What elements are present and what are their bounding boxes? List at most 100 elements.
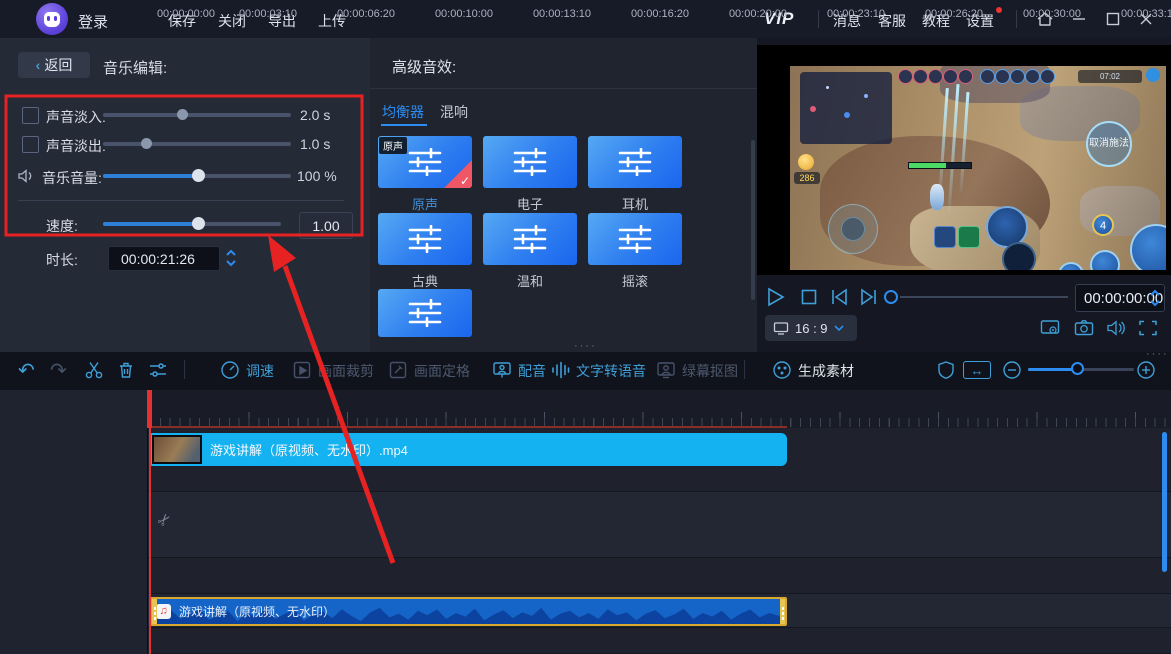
audio-clip-label: 游戏讲解（原视频、无水印） (179, 605, 336, 619)
preset-mild[interactable] (483, 213, 577, 265)
timeline-zoom-knob[interactable] (1071, 362, 1084, 375)
preset-badge: 原声 (379, 137, 407, 154)
dub-icon[interactable] (492, 360, 512, 380)
tts-icon[interactable] (550, 360, 570, 380)
fullscreen-icon[interactable] (1138, 319, 1158, 337)
cut-icon[interactable] (84, 360, 104, 380)
track-header-column: 视频 画中画1 T 文字1 ♫ (0, 390, 148, 654)
toolbar-greenscreen[interactable]: 绿幕抠图 (682, 361, 738, 381)
preset-label: 古典 (411, 274, 438, 289)
effects-scrollbar[interactable] (751, 140, 755, 300)
timeline-scrollbar[interactable] (1162, 432, 1167, 572)
ruler-label: 00:00:33:10 (1120, 8, 1171, 20)
ruler-label: 00:00:23:10 (826, 8, 886, 20)
divider (818, 10, 819, 28)
preset-headphone[interactable] (588, 136, 682, 188)
app-window: 登录 保存 关闭 导出 上传 VIP 消息 客服 教程 设置 ‹ 返回 音乐编辑… (0, 0, 1171, 654)
toolbar-tts[interactable]: 文字转语音 (576, 361, 646, 381)
preset-rock[interactable] (588, 213, 682, 265)
delete-icon[interactable] (116, 360, 136, 380)
video-clip[interactable]: 游戏讲解（原视频、无水印）.mp4 (150, 433, 787, 466)
panel-drag-handle[interactable]: ···· (574, 340, 597, 352)
notification-dot (996, 7, 1002, 13)
clip-trim-handle-left[interactable] (152, 599, 157, 624)
aspect-ratio-select[interactable]: 16 : 9 (765, 315, 857, 341)
audio-clip-selected[interactable]: ♫ 游戏讲解（原视频、无水印） (150, 597, 787, 626)
shield-icon[interactable] (936, 360, 956, 380)
volume-slider-knob[interactable] (192, 169, 205, 182)
generate-material-icon[interactable] (772, 360, 792, 380)
game-skill-button (1090, 250, 1120, 270)
speed-slider-knob[interactable] (192, 217, 205, 230)
next-frame-button[interactable] (858, 286, 880, 308)
volume-speaker-icon[interactable] (1106, 319, 1126, 337)
app-logo-icon[interactable] (36, 3, 68, 35)
clip-thumbnail (152, 435, 202, 464)
game-settings-icon (1146, 68, 1160, 82)
preset-classical[interactable] (378, 213, 472, 265)
fade-in-slider-knob[interactable] (177, 109, 188, 120)
zoom-in-icon[interactable] (1136, 360, 1156, 380)
check-icon: ✓ (459, 174, 470, 188)
tab-equalizer[interactable]: 均衡器 (382, 102, 424, 122)
toolbar-generate[interactable]: 生成素材 (798, 361, 854, 381)
fade-out-slider[interactable] (103, 138, 291, 149)
preset-electronic[interactable] (483, 136, 577, 188)
fit-timeline-icon[interactable]: ↔ (963, 361, 991, 379)
game-gold-count: 286 (794, 172, 820, 184)
login-button[interactable]: 登录 (78, 11, 108, 32)
timecode-spinner[interactable] (1148, 287, 1162, 309)
speed-value-box[interactable]: 1.00 (299, 212, 353, 239)
seek-track[interactable] (900, 296, 1068, 298)
ruler-label: 00:00:13:10 (532, 8, 592, 20)
volume-value: 100 % (297, 168, 337, 184)
toolbar-freeze[interactable]: 画面定格 (414, 361, 470, 381)
fade-out-value: 1.0 s (300, 136, 331, 152)
ruler-label: 00:00:20:00 (728, 8, 788, 20)
preset-original[interactable]: 原声 ✓ (378, 136, 472, 188)
speed-slider[interactable] (103, 217, 281, 230)
freeze-frame-icon[interactable] (388, 360, 408, 380)
volume-slider[interactable] (103, 169, 291, 182)
fade-out-label: 声音淡出: (46, 138, 106, 154)
speed-icon[interactable] (220, 360, 240, 380)
preset-label: 耳机 (621, 197, 648, 212)
fade-in-slider[interactable] (103, 109, 291, 120)
ruler-label: 00:00:30:00 (1022, 8, 1082, 20)
fade-out-checkbox[interactable] (22, 136, 39, 153)
game-hero-character (930, 184, 944, 210)
duration-input[interactable]: 00:00:21:26 (108, 246, 220, 271)
tab-reverb[interactable]: 混响 (440, 102, 468, 122)
panel-drag-handle[interactable]: ···· (1146, 348, 1169, 360)
duration-spinner[interactable] (224, 247, 238, 269)
clip-trim-handle-right[interactable] (780, 599, 785, 624)
screen-record-icon[interactable] (1040, 319, 1060, 337)
snapshot-camera-icon[interactable] (1074, 319, 1094, 337)
seek-handle[interactable] (884, 290, 898, 304)
game-minimap (800, 72, 892, 144)
toolbar-crop[interactable]: 画面裁剪 (318, 361, 374, 381)
fade-in-checkbox[interactable] (22, 107, 39, 124)
tab-active-underline (381, 124, 427, 126)
play-button[interactable] (764, 286, 786, 308)
stop-button[interactable] (798, 286, 820, 308)
greenscreen-icon[interactable] (656, 360, 676, 380)
playhead-line[interactable] (149, 390, 151, 654)
game-item-button (934, 226, 956, 248)
undo-icon[interactable]: ↷ (18, 358, 35, 383)
preset-label: 原声 (411, 197, 438, 212)
fade-out-slider-knob[interactable] (141, 138, 152, 149)
prev-frame-button[interactable] (828, 286, 850, 308)
ruler-label: 00:00:06:20 (336, 8, 396, 20)
game-gold-icon (798, 154, 814, 170)
toolbar-dub[interactable]: 配音 (518, 361, 546, 381)
properties-icon[interactable] (148, 360, 168, 380)
back-button[interactable]: ‹ 返回 (18, 52, 90, 78)
redo-icon[interactable]: ↷ (50, 358, 67, 383)
zoom-out-icon[interactable] (1002, 360, 1022, 380)
effects-title: 高级音效: (392, 59, 457, 76)
crop-icon[interactable] (292, 360, 312, 380)
preset-extra[interactable] (378, 289, 472, 337)
maximize-icon[interactable] (1104, 10, 1122, 28)
toolbar-speed[interactable]: 调速 (246, 361, 274, 381)
